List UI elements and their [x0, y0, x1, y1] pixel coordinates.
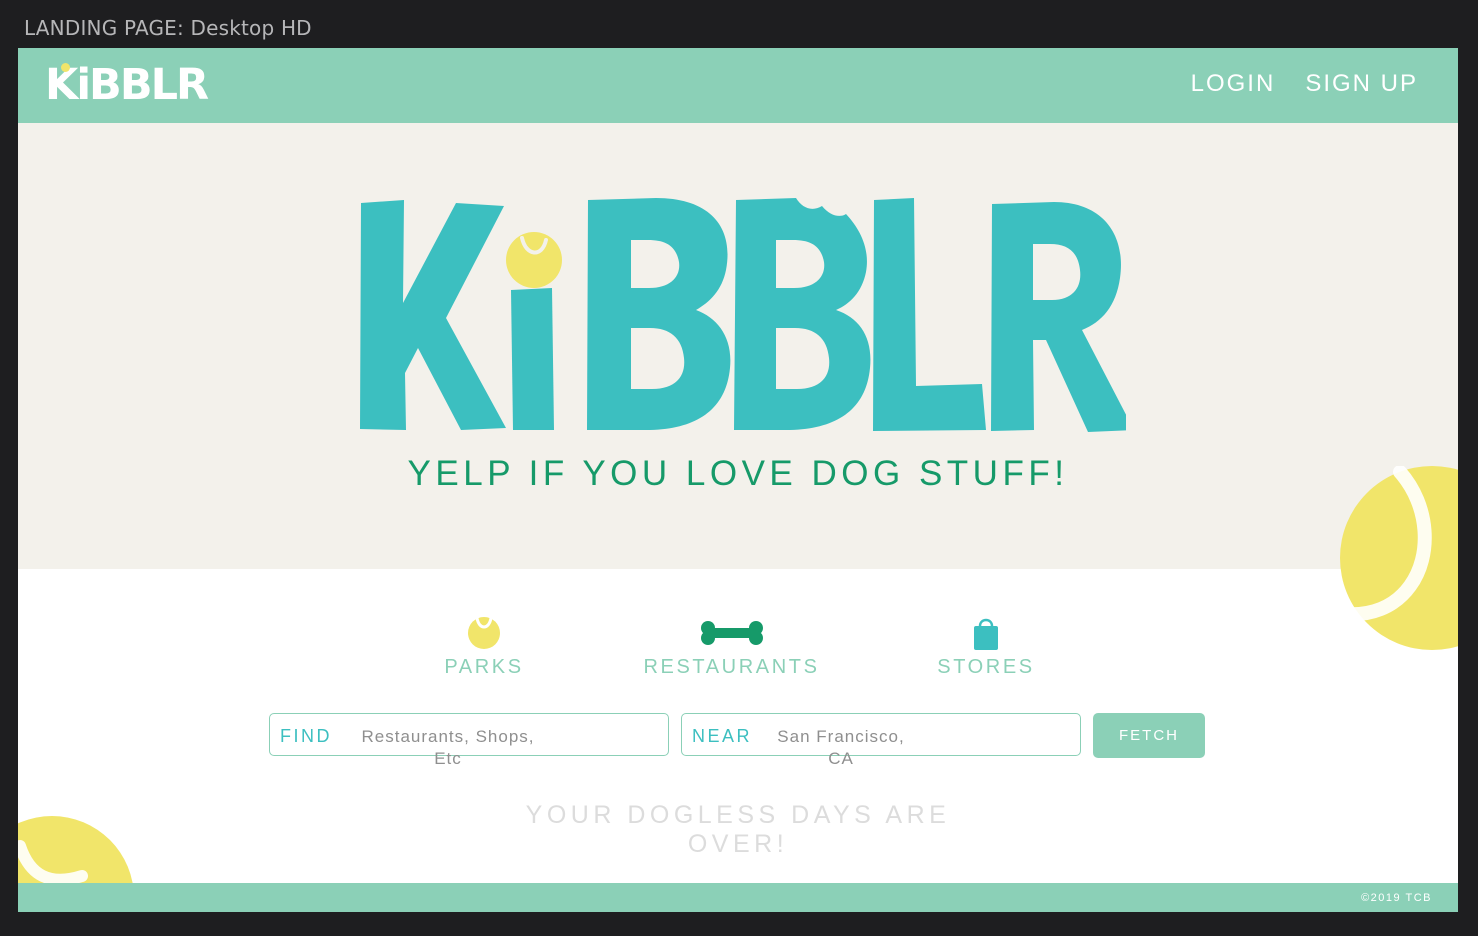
category-stores[interactable]: STORES	[923, 616, 1049, 679]
footer-bar: ©2019 TCB	[18, 883, 1458, 912]
category-label: STORES	[937, 656, 1035, 678]
shopping-bag-icon	[974, 618, 998, 650]
hero-section: YELP IF YOU LOVE DOG STUFF!	[18, 123, 1458, 569]
secondary-tagline: YOUR DOGLESS DAYS ARE OVER!	[525, 801, 951, 858]
category-label: PARKS	[444, 656, 524, 678]
find-placeholder: Restaurants, Shops, Etc	[361, 727, 535, 768]
fetch-button[interactable]: FETCH	[1093, 713, 1205, 758]
category-parks[interactable]: PARKS	[426, 616, 542, 679]
bone-icon	[700, 621, 763, 645]
top-navigation-bar: KiBBLR LOGIN SIGN UP	[18, 48, 1458, 123]
near-label: NEAR	[692, 726, 753, 746]
login-link[interactable]: LOGIN	[1191, 70, 1276, 98]
tennis-ball-decoration-icon	[1340, 466, 1458, 650]
category-label: RESTAURANTS	[643, 656, 820, 678]
near-input[interactable]: NEAR San Francisco, CA	[681, 713, 1081, 768]
find-input[interactable]: FIND Restaurants, Shops, Etc	[269, 713, 669, 768]
signup-link[interactable]: SIGN UP	[1305, 70, 1418, 98]
copyright-text: ©2019 TCB	[1361, 892, 1432, 904]
hero-logo	[360, 198, 1126, 432]
header-nav: LOGIN SIGN UP	[1191, 70, 1418, 98]
category-restaurants[interactable]: RESTAURANTS	[634, 616, 829, 679]
find-label: FIND	[280, 726, 332, 746]
header-logo[interactable]: KiBBLR	[45, 60, 209, 110]
artboard-title: LANDING PAGE: Desktop HD	[24, 16, 312, 40]
near-placeholder: San Francisco, CA	[777, 727, 905, 768]
tennis-ball-icon	[468, 616, 500, 649]
landing-page-artboard: KiBBLR LOGIN SIGN UP YELP IF YOU LOVE DO…	[18, 48, 1458, 912]
logo-ball-dot-icon	[61, 63, 70, 72]
hero-tagline: YELP IF YOU LOVE DOG STUFF!	[407, 454, 1069, 493]
